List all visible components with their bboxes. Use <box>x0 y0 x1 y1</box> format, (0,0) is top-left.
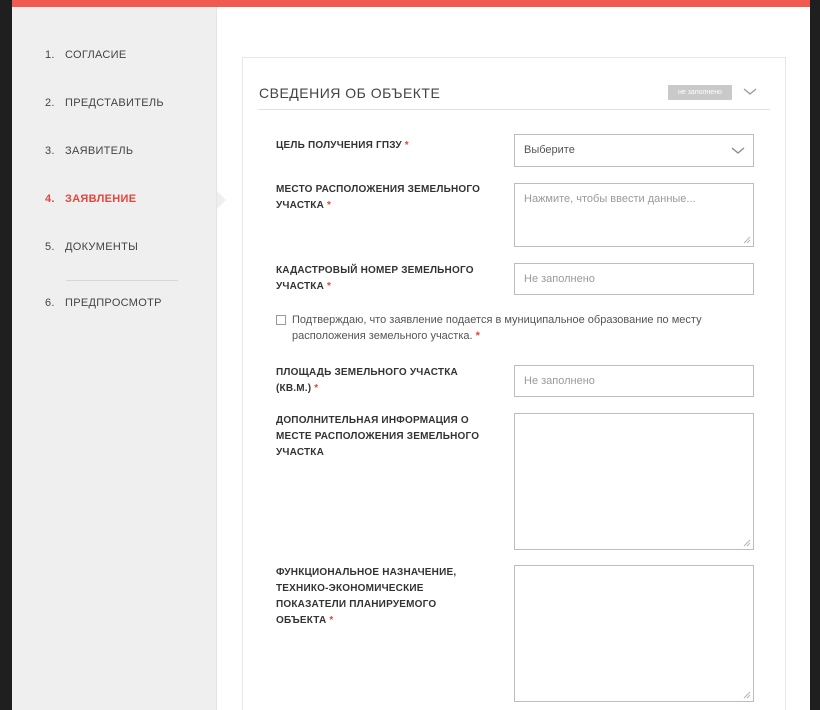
step-number: 5. <box>45 241 55 253</box>
step-application[interactable]: 4. ЗАЯВЛЕНИЕ <box>45 193 136 205</box>
chevron-down-icon[interactable] <box>742 84 758 100</box>
required-mark: * <box>327 281 332 292</box>
confirm-checkbox[interactable] <box>276 315 286 325</box>
status-badge: не заполнено <box>668 85 732 100</box>
additional-info-label: ДОПОЛНИТЕЛЬНАЯ ИНФОРМАЦИЯ О МЕСТЕ РАСПОЛ… <box>276 413 496 461</box>
area-input[interactable]: Не заполнено <box>514 365 754 397</box>
cadastral-label-text: КАДАСТРОВЫЙ НОМЕР ЗЕМЕЛЬНОГО УЧАСТКА <box>276 265 474 292</box>
step-label: ПРЕДСТАВИТЕЛЬ <box>65 97 164 109</box>
location-label-text: МЕСТО РАСПОЛОЖЕНИЯ ЗЕМЕЛЬНОГО УЧАСТКА <box>276 184 481 211</box>
cadastral-placeholder: Не заполнено <box>524 273 595 285</box>
additional-info-textarea[interactable] <box>514 413 754 550</box>
resize-grip-icon[interactable] <box>743 539 751 547</box>
area-label: ПЛОЩАДЬ ЗЕМЕЛЬНОГО УЧАСТКА (КВ.М.) * <box>276 365 496 397</box>
panel-divider <box>258 109 770 110</box>
required-mark: * <box>404 140 409 151</box>
step-number: 4. <box>45 193 55 205</box>
purpose-select[interactable]: Выберите <box>514 134 754 167</box>
step-label: ПРЕДПРОСМОТР <box>65 297 162 309</box>
step-documents[interactable]: 5. ДОКУМЕНТЫ <box>45 241 138 253</box>
step-preview[interactable]: 6. ПРЕДПРОСМОТР <box>45 297 162 309</box>
step-number: 1. <box>45 49 55 61</box>
additional-info-label-text: ДОПОЛНИТЕЛЬНАЯ ИНФОРМАЦИЯ О МЕСТЕ РАСПОЛ… <box>276 415 480 458</box>
functional-purpose-label: ФУНКЦИОНАЛЬНОЕ НАЗНАЧЕНИЕ, ТЕХНИКО-ЭКОНО… <box>276 565 486 629</box>
resize-grip-icon[interactable] <box>743 691 751 699</box>
step-consent[interactable]: 1. СОГЛАСИЕ <box>45 49 127 61</box>
area-label-text: ПЛОЩАДЬ ЗЕМЕЛЬНОГО УЧАСТКА (КВ.М.) <box>276 367 458 394</box>
panel-title: СВЕДЕНИЯ ОБ ОБЪЕКТЕ <box>259 85 441 101</box>
step-applicant[interactable]: 3. ЗАЯВИТЕЛЬ <box>45 145 133 157</box>
required-mark: * <box>475 330 480 342</box>
step-label: ЗАЯВИТЕЛЬ <box>65 145 134 157</box>
sidebar-divider <box>66 280 178 281</box>
purpose-label-text: ЦЕЛЬ ПОЛУЧЕНИЯ ГПЗУ <box>276 140 402 151</box>
top-accent-bar <box>12 0 810 7</box>
purpose-label: ЦЕЛЬ ПОЛУЧЕНИЯ ГПЗУ * <box>276 138 496 154</box>
step-label: ЗАЯВЛЕНИЕ <box>65 193 137 205</box>
confirm-text: Подтверждаю, что заявление подается в му… <box>276 312 746 344</box>
step-label: СОГЛАСИЕ <box>65 49 127 61</box>
area-placeholder: Не заполнено <box>524 375 595 387</box>
required-mark: * <box>329 615 334 626</box>
location-label: МЕСТО РАСПОЛОЖЕНИЯ ЗЕМЕЛЬНОГО УЧАСТКА * <box>276 182 496 214</box>
step-representative[interactable]: 2. ПРЕДСТАВИТЕЛЬ <box>45 97 164 109</box>
cadastral-label: КАДАСТРОВЫЙ НОМЕР ЗЕМЕЛЬНОГО УЧАСТКА * <box>276 263 496 295</box>
required-mark: * <box>327 200 332 211</box>
application-window: 1. СОГЛАСИЕ 2. ПРЕДСТАВИТЕЛЬ 3. ЗАЯВИТЕЛЬ 4… <box>12 0 810 710</box>
confirm-label: Подтверждаю, что заявление подается в му… <box>292 314 702 342</box>
active-step-pointer <box>217 191 226 209</box>
required-mark: * <box>314 383 319 394</box>
object-info-panel: СВЕДЕНИЯ ОБ ОБЪЕКТЕ не заполнено ЦЕЛЬ ПО… <box>242 57 786 710</box>
chevron-down-icon <box>731 147 745 154</box>
functional-purpose-textarea[interactable] <box>514 565 754 702</box>
resize-grip-icon[interactable] <box>743 236 751 244</box>
location-textarea[interactable]: Нажмите, чтобы ввести данные... <box>514 183 754 247</box>
location-placeholder: Нажмите, чтобы ввести данные... <box>524 193 696 205</box>
step-number: 6. <box>45 297 55 309</box>
step-label: ДОКУМЕНТЫ <box>65 241 139 253</box>
cadastral-number-input[interactable]: Не заполнено <box>514 263 754 295</box>
functional-purpose-label-text: ФУНКЦИОНАЛЬНОЕ НАЗНАЧЕНИЕ, ТЕХНИКО-ЭКОНО… <box>276 567 457 626</box>
step-number: 3. <box>45 145 55 157</box>
steps-sidebar: 1. СОГЛАСИЕ 2. ПРЕДСТАВИТЕЛЬ 3. ЗАЯВИТЕЛЬ 4… <box>12 7 217 710</box>
purpose-select-value: Выберите <box>524 144 575 156</box>
confirm-checkbox-row[interactable]: Подтверждаю, что заявление подается в му… <box>276 312 746 344</box>
step-number: 2. <box>45 97 55 109</box>
